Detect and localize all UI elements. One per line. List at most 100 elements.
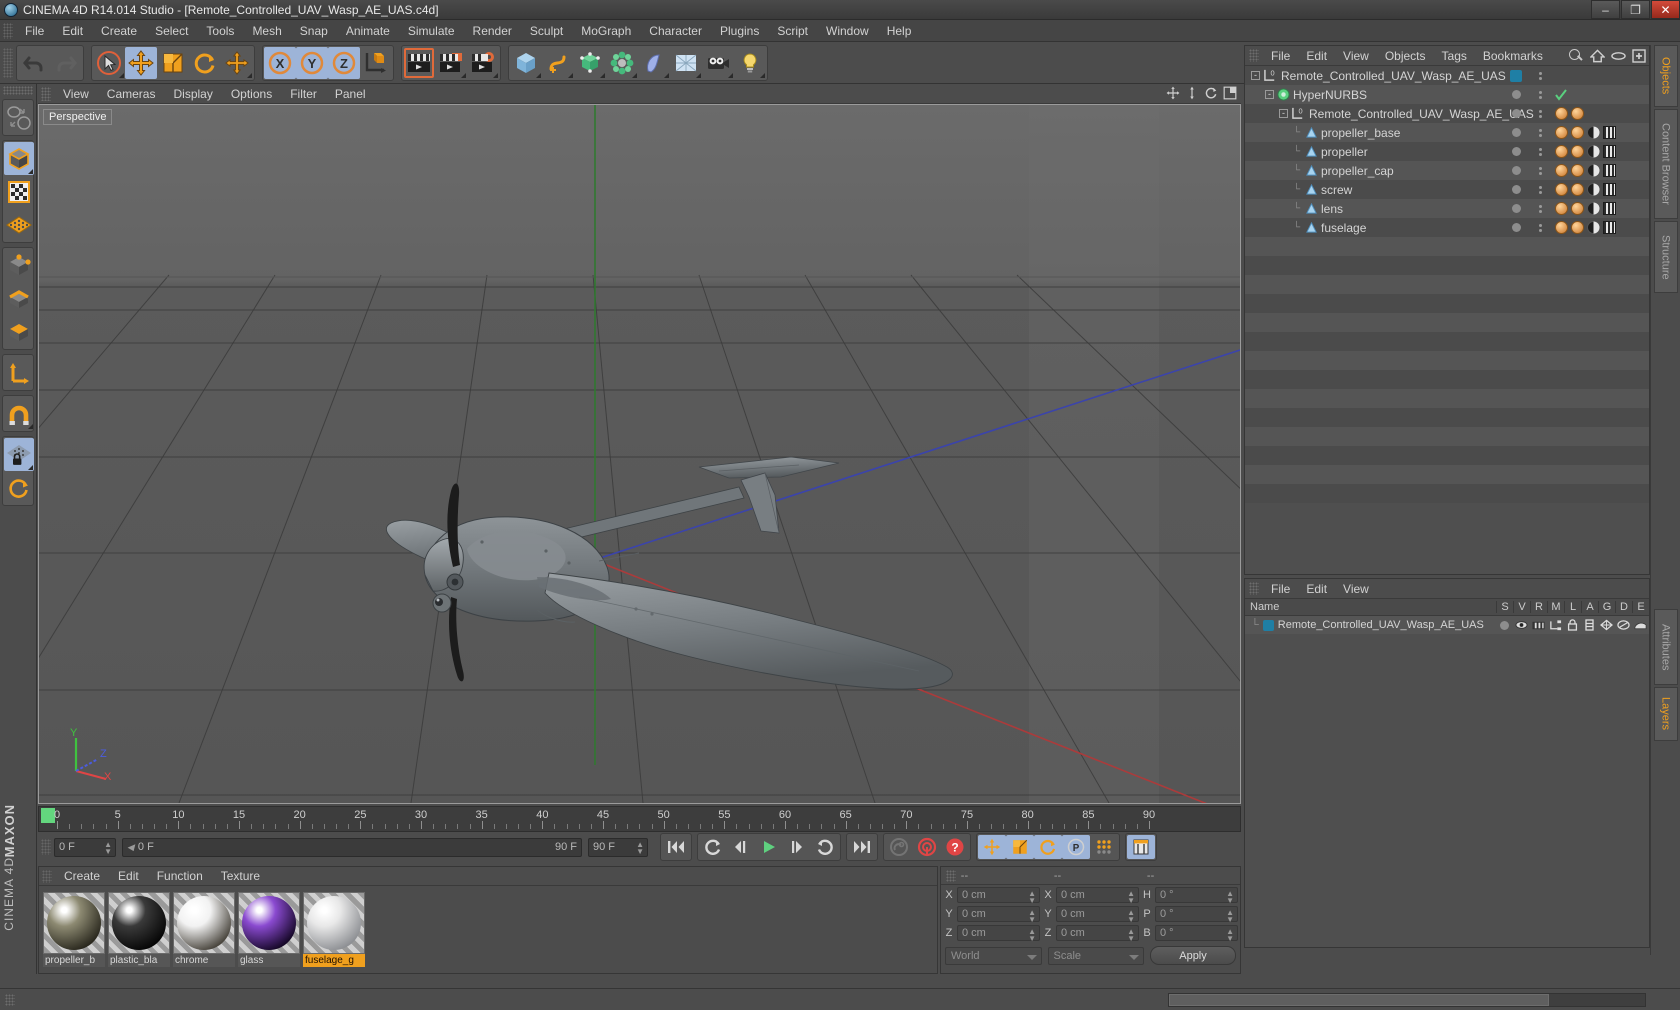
object-row[interactable]: └ propeller xyxy=(1245,142,1649,161)
editor-visibility-dot-icon[interactable] xyxy=(1538,147,1542,151)
object-editor-render-dots-column[interactable] xyxy=(1531,123,1549,142)
material-menu-texture[interactable]: Texture xyxy=(212,867,269,886)
step-forward-button[interactable] xyxy=(783,835,811,859)
spinner-icon[interactable]: ▲ ▼ xyxy=(1226,928,1234,943)
material-preview-swatch[interactable] xyxy=(238,892,300,954)
texture-tag-icon[interactable] xyxy=(1603,164,1616,177)
object-visibility-dot-column[interactable] xyxy=(1501,123,1531,142)
layers-column-header[interactable]: D xyxy=(1615,601,1632,613)
range-left-handle-icon[interactable]: ◀ xyxy=(127,842,134,853)
render-view-button[interactable] xyxy=(403,47,435,79)
layers-column-header[interactable]: V xyxy=(1513,601,1530,613)
material-tag-icon[interactable] xyxy=(1555,164,1568,177)
layers-column-header[interactable]: L xyxy=(1564,601,1581,613)
menu-character[interactable]: Character xyxy=(640,20,711,42)
lock-icon[interactable] xyxy=(1564,619,1581,631)
menu-window[interactable]: Window xyxy=(817,20,878,42)
visibility-dot-icon[interactable] xyxy=(1511,166,1521,175)
visibility-dot-icon[interactable] xyxy=(1511,147,1521,156)
object-menu-bookmarks[interactable]: Bookmarks xyxy=(1475,46,1551,66)
menu-simulate[interactable]: Simulate xyxy=(399,20,464,42)
editor-visibility-dot-icon[interactable] xyxy=(1538,109,1542,113)
rotate-view-icon[interactable] xyxy=(1204,86,1218,100)
object-row[interactable]: └ lens xyxy=(1245,199,1649,218)
object-editor-render-dots-column[interactable] xyxy=(1531,85,1549,104)
menu-animate[interactable]: Animate xyxy=(337,20,399,42)
object-manager-grip-handle[interactable] xyxy=(1249,49,1259,62)
texture-tag-icon[interactable] xyxy=(1603,221,1616,234)
menu-edit[interactable]: Edit xyxy=(53,20,92,42)
expression-icon[interactable] xyxy=(1632,619,1649,631)
menu-file[interactable]: File xyxy=(16,20,53,42)
point-mode-button[interactable] xyxy=(4,249,34,282)
apply-button[interactable]: Apply xyxy=(1150,946,1236,965)
material-item[interactable]: fuselage_g xyxy=(303,892,365,967)
render-visibility-dot-icon[interactable] xyxy=(1538,76,1542,80)
preview-end-spinner-icon[interactable]: ▲ ▼ xyxy=(636,840,644,855)
manager-tree-icon[interactable] xyxy=(1547,619,1564,631)
search-icon[interactable] xyxy=(1568,48,1584,64)
layers-column-header[interactable]: M xyxy=(1547,601,1564,613)
render-visibility-dot-icon[interactable] xyxy=(1538,152,1542,156)
add-cube-primitive-button[interactable] xyxy=(510,47,542,79)
object-tree[interactable]: -0 Remote_Controlled_UAV_Wasp_AE_UAS - Hype… xyxy=(1245,66,1649,503)
add-deformer-button[interactable] xyxy=(638,47,670,79)
visible-eye-icon[interactable] xyxy=(1513,619,1530,631)
dolly-view-icon[interactable] xyxy=(1185,86,1199,100)
menu-snap[interactable]: Snap xyxy=(291,20,337,42)
menu-mograph[interactable]: MoGraph xyxy=(572,20,640,42)
timeline-ruler[interactable]: 0 5 10 15 20 25 30 35 40 45 50 55 60 65 70 75 80 85 90 xyxy=(38,806,1241,832)
object-row[interactable]: - HyperNURBS xyxy=(1245,85,1649,104)
expand-collapse-toggle[interactable]: - xyxy=(1279,109,1288,118)
undo-button[interactable] xyxy=(18,47,50,79)
filter-ellipse-icon[interactable] xyxy=(1611,51,1626,61)
phong-tag-icon[interactable] xyxy=(1587,183,1600,196)
viewport-menu-view[interactable]: View xyxy=(54,84,98,104)
object-visibility-dot-column[interactable] xyxy=(1501,85,1531,104)
workplane-rotate-button[interactable] xyxy=(4,471,34,504)
add-camera-button[interactable] xyxy=(702,47,734,79)
material-tag-icon[interactable] xyxy=(1555,221,1568,234)
key-rotation-button[interactable] xyxy=(1034,835,1062,859)
expand-collapse-toggle[interactable]: - xyxy=(1265,90,1274,99)
object-editor-render-dots-column[interactable] xyxy=(1531,161,1549,180)
phong-tag-icon[interactable] xyxy=(1587,164,1600,177)
lock-z-axis-button[interactable]: Z xyxy=(328,46,360,79)
close-button[interactable]: ✕ xyxy=(1651,0,1680,19)
material-tag-icon[interactable] xyxy=(1571,183,1584,196)
layers-menu-view[interactable]: View xyxy=(1335,579,1377,599)
generator-icon[interactable] xyxy=(1598,619,1615,631)
layers-column-header[interactable]: G xyxy=(1598,601,1615,613)
coordinate-rotation-input[interactable]: 0 ° ▲ ▼ xyxy=(1155,887,1238,905)
current-frame-field[interactable]: 0 F ▲ ▼ xyxy=(54,837,116,857)
edge-mode-button[interactable] xyxy=(4,282,34,315)
editor-visibility-dot-icon[interactable] xyxy=(1538,166,1542,170)
coordinate-size-input[interactable]: 0 cm ▲ ▼ xyxy=(1056,906,1139,924)
spinner-icon[interactable]: ▲ ▼ xyxy=(1028,890,1036,905)
viewport-menu-filter[interactable]: Filter xyxy=(281,84,326,104)
render-visibility-dot-icon[interactable] xyxy=(1538,114,1542,118)
menu-create[interactable]: Create xyxy=(92,20,146,42)
record-active-objects-button[interactable] xyxy=(885,835,913,859)
object-row[interactable]: -0 Remote_Controlled_UAV_Wasp_AE_UAS xyxy=(1245,104,1649,123)
coordinate-position-input[interactable]: 0 cm ▲ ▼ xyxy=(957,925,1040,943)
render-visibility-dot-icon[interactable] xyxy=(1538,95,1542,99)
object-editor-render-dots-column[interactable] xyxy=(1531,199,1549,218)
phong-tag-icon[interactable] xyxy=(1587,221,1600,234)
viewport-menu-options[interactable]: Options xyxy=(222,84,281,104)
add-light-button[interactable] xyxy=(734,47,766,79)
polygon-mode-button[interactable] xyxy=(4,315,34,348)
texture-tag-icon[interactable] xyxy=(1603,126,1616,139)
material-item[interactable]: chrome xyxy=(173,892,235,967)
spinner-icon[interactable]: ▲ ▼ xyxy=(1226,909,1234,924)
object-visibility-dot-column[interactable] xyxy=(1501,66,1531,85)
menu-mesh[interactable]: Mesh xyxy=(243,20,290,42)
coordinate-mode-dropdown[interactable]: Scale xyxy=(1047,946,1144,965)
texture-tag-icon[interactable] xyxy=(1603,145,1616,158)
move-tool-button[interactable] xyxy=(125,46,157,79)
layer-color-swatch[interactable] xyxy=(1510,69,1522,82)
object-row[interactable]: └ propeller_cap xyxy=(1245,161,1649,180)
visibility-dot-icon[interactable] xyxy=(1511,128,1521,137)
move-scale-rotate-combo-button[interactable] xyxy=(221,47,253,79)
layers-menu-file[interactable]: File xyxy=(1263,579,1298,599)
